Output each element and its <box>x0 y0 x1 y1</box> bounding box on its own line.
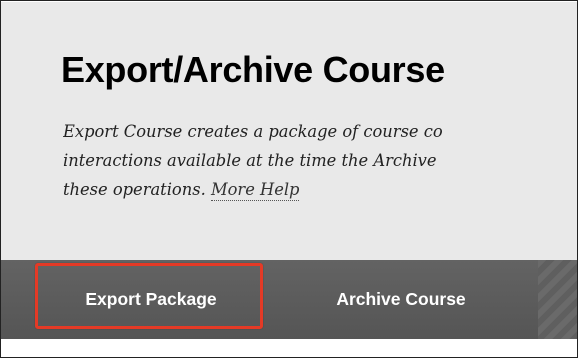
tab-bar: Export Package Archive Course <box>1 260 577 339</box>
description-line-text: these operations. <box>63 180 206 199</box>
description-line: interactions available at the time the A… <box>63 151 437 170</box>
tab-bar-end-pattern <box>538 260 577 339</box>
description-line: these operations. More Help <box>63 175 577 204</box>
tab-archive-course[interactable]: Archive Course <box>301 260 501 339</box>
screenshot-frame: Export/Archive Course Export Course crea… <box>0 0 578 358</box>
tab-export-package[interactable]: Export Package <box>37 260 265 339</box>
page-description: Export Course creates a package of cours… <box>63 117 577 204</box>
description-line: Export Course creates a package of cours… <box>63 122 443 141</box>
more-help-link[interactable]: More Help <box>210 180 300 201</box>
page-title: Export/Archive Course <box>61 49 445 90</box>
page-header: Export/Archive Course Export Course crea… <box>1 1 577 260</box>
